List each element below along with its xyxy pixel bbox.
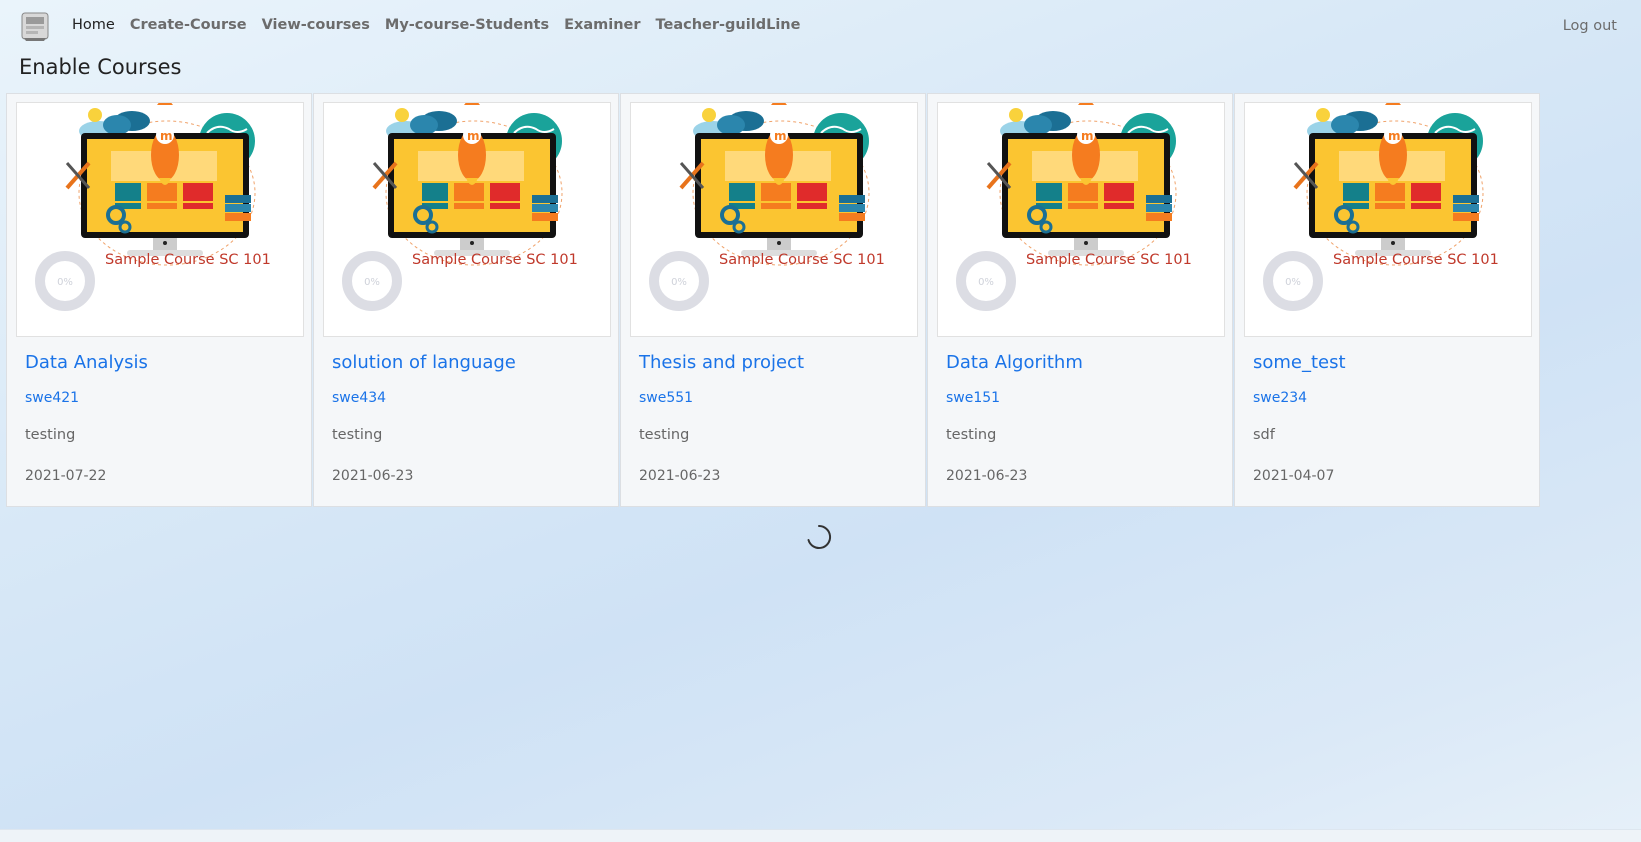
svg-text:m: m	[774, 129, 787, 143]
course-code-link[interactable]: swe421	[25, 390, 79, 406]
navbar: Home Create-Course View-courses My-cours…	[0, 0, 1641, 54]
course-illustration: m 0% Sample Course SC 101	[956, 103, 1192, 311]
course-title-link[interactable]: Data Analysis	[25, 352, 148, 373]
course-card[interactable]: m 0% Sample C	[1234, 93, 1540, 507]
course-date: 2021-06-23	[332, 468, 414, 484]
progress-label: 0%	[57, 277, 73, 288]
svg-text:m: m	[1081, 129, 1094, 143]
bottom-strip	[0, 829, 1641, 842]
nav-view-courses[interactable]: View-courses	[262, 17, 370, 33]
course-image[interactable]: m 0% Sample Course SC 101	[16, 102, 304, 337]
image-caption: Sample Course SC 101	[412, 252, 578, 268]
course-date: 2021-06-23	[639, 468, 721, 484]
course-title-link[interactable]: solution of language	[332, 352, 516, 373]
course-card[interactable]: m 0% Sample C	[927, 93, 1233, 507]
svg-text:m: m	[160, 129, 173, 143]
course-image[interactable]: m 0% Sample Course SC 101	[937, 102, 1225, 337]
course-illustration: m 0% Sample Course SC 101	[1263, 103, 1499, 311]
course-description: testing	[946, 427, 997, 443]
nav-create-course[interactable]: Create-Course	[130, 17, 247, 33]
progress-label: 0%	[978, 277, 994, 288]
image-caption: Sample Course SC 101	[1026, 252, 1192, 268]
course-date: 2021-07-22	[25, 468, 107, 484]
site-logo[interactable]	[20, 10, 50, 42]
nav-links: Home Create-Course View-courses My-cours…	[72, 17, 815, 33]
progress-label: 0%	[364, 277, 380, 288]
loading-spinner-icon	[807, 524, 832, 549]
course-description: testing	[332, 427, 383, 443]
course-code-link[interactable]: swe151	[946, 390, 1000, 406]
course-illustration: m 0% Sample Course SC 101	[35, 103, 271, 311]
course-card[interactable]: m 0% Sample C	[313, 93, 619, 507]
svg-text:m: m	[467, 129, 480, 143]
course-description: testing	[25, 427, 76, 443]
image-caption: Sample Course SC 101	[1333, 252, 1499, 268]
image-caption: Sample Course SC 101	[719, 252, 885, 268]
course-image[interactable]: m 0% Sample Course SC 101	[323, 102, 611, 337]
page-title: Enable Courses	[19, 55, 182, 79]
nav-home[interactable]: Home	[72, 17, 115, 33]
course-description: testing	[639, 427, 690, 443]
nav-my-course-students[interactable]: My-course-Students	[385, 17, 549, 33]
progress-label: 0%	[1285, 277, 1301, 288]
course-title-link[interactable]: Thesis and project	[639, 352, 804, 373]
course-title-link[interactable]: Data Algorithm	[946, 352, 1083, 373]
course-date: 2021-04-07	[1253, 468, 1335, 484]
course-title-link[interactable]: some_test	[1253, 352, 1346, 373]
course-code-link[interactable]: swe551	[639, 390, 693, 406]
course-illustration: m 0% Sample Course SC 101	[342, 103, 578, 311]
svg-text:m: m	[1388, 129, 1401, 143]
course-date: 2021-06-23	[946, 468, 1028, 484]
course-illustration: m 0% Sample Course SC 101	[649, 103, 885, 311]
course-image[interactable]: m 0% Sample Course SC 101	[1244, 102, 1532, 337]
course-code-link[interactable]: swe434	[332, 390, 386, 406]
progress-label: 0%	[671, 277, 687, 288]
course-image[interactable]: m 0% Sample Course SC 101	[630, 102, 918, 337]
nav-teacher-guideline[interactable]: Teacher-guildLine	[656, 17, 801, 33]
image-caption: Sample Course SC 101	[105, 252, 271, 268]
nav-examiner[interactable]: Examiner	[564, 17, 640, 33]
course-card[interactable]: m 0% Sample C	[620, 93, 926, 507]
course-code-link[interactable]: swe234	[1253, 390, 1307, 406]
course-cards: m 0% Sample Course SC 101 Data Analysis …	[6, 93, 1541, 507]
course-description: sdf	[1253, 427, 1275, 443]
logout-link[interactable]: Log out	[1563, 18, 1617, 34]
course-card[interactable]: m 0% Sample C	[6, 93, 312, 507]
